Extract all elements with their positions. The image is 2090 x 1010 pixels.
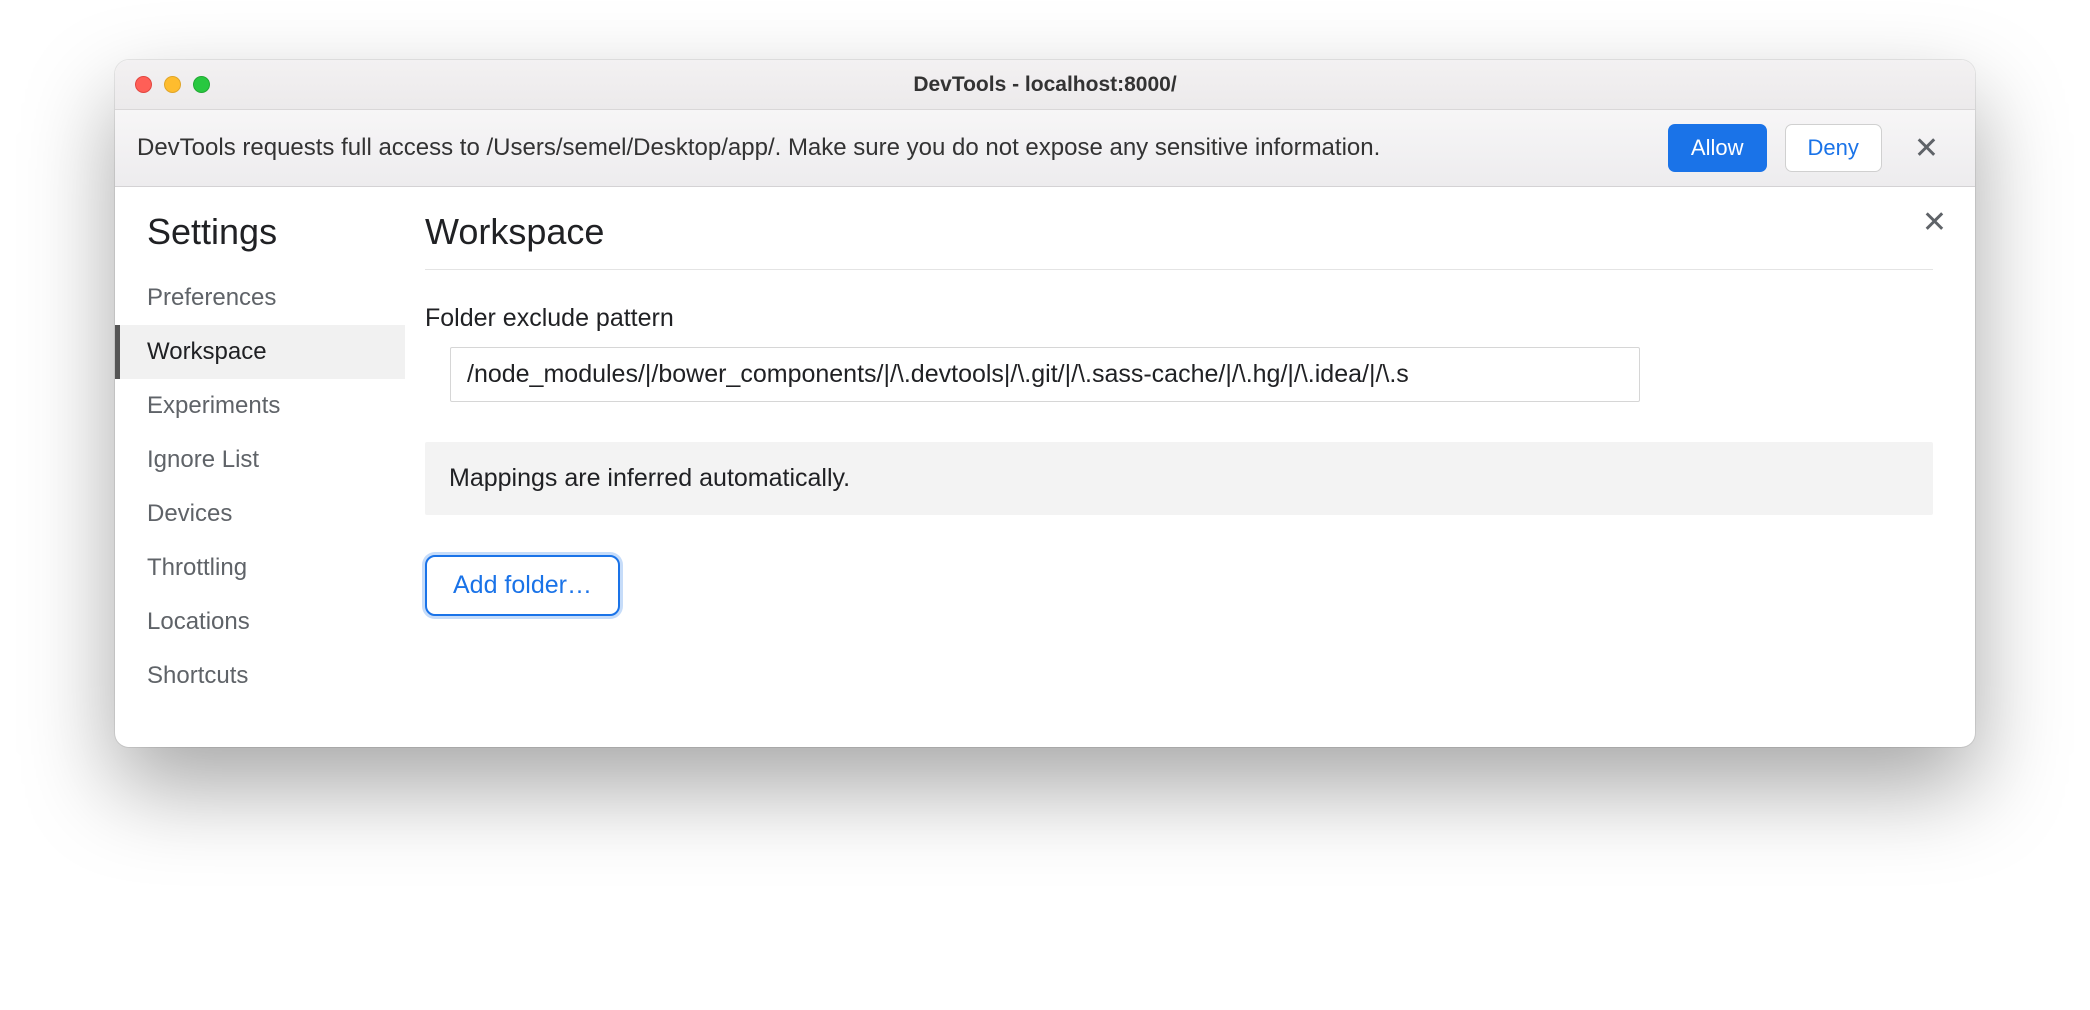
- mappings-notice: Mappings are inferred automatically.: [425, 442, 1933, 515]
- window-controls: [115, 76, 210, 93]
- close-window-button[interactable]: [135, 76, 152, 93]
- allow-button[interactable]: Allow: [1668, 124, 1767, 172]
- permission-message: DevTools requests full access to /Users/…: [137, 134, 1650, 162]
- dismiss-infobar-icon[interactable]: ✕: [1900, 131, 1953, 166]
- sidebar-item-shortcuts[interactable]: Shortcuts: [115, 649, 405, 703]
- add-folder-button[interactable]: Add folder…: [425, 555, 620, 616]
- maximize-window-button[interactable]: [193, 76, 210, 93]
- close-settings-icon[interactable]: ✕: [1922, 205, 1947, 240]
- titlebar: DevTools - localhost:8000/: [115, 60, 1975, 110]
- deny-button[interactable]: Deny: [1785, 124, 1882, 172]
- page-title: Workspace: [425, 211, 1933, 270]
- sidebar-item-experiments[interactable]: Experiments: [115, 379, 405, 433]
- sidebar-item-ignore-list[interactable]: Ignore List: [115, 433, 405, 487]
- settings-main: Workspace Folder exclude pattern Mapping…: [405, 187, 1975, 747]
- window-title: DevTools - localhost:8000/: [115, 73, 1975, 97]
- settings-sidebar: Settings Preferences Workspace Experimen…: [115, 187, 405, 747]
- settings-body: ✕ Settings Preferences Workspace Experim…: [115, 187, 1975, 747]
- minimize-window-button[interactable]: [164, 76, 181, 93]
- sidebar-item-workspace[interactable]: Workspace: [115, 325, 405, 379]
- settings-heading: Settings: [115, 211, 405, 271]
- sidebar-item-preferences[interactable]: Preferences: [115, 271, 405, 325]
- exclude-pattern-label: Folder exclude pattern: [425, 304, 1933, 333]
- window: DevTools - localhost:8000/ DevTools requ…: [115, 60, 1975, 747]
- sidebar-item-devices[interactable]: Devices: [115, 487, 405, 541]
- exclude-pattern-input[interactable]: [450, 347, 1640, 402]
- sidebar-item-locations[interactable]: Locations: [115, 595, 405, 649]
- permission-infobar: DevTools requests full access to /Users/…: [115, 110, 1975, 187]
- sidebar-item-throttling[interactable]: Throttling: [115, 541, 405, 595]
